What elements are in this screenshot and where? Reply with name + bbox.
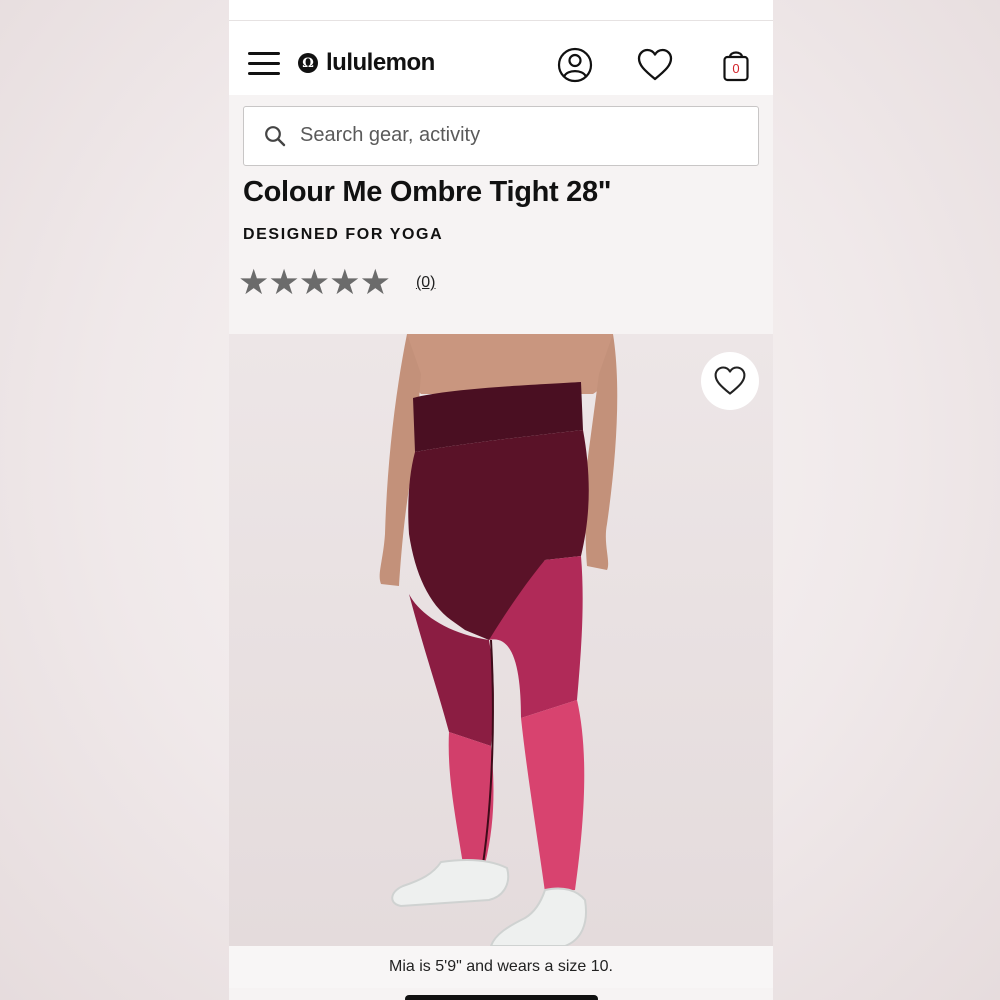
brand-name: lululemon [326, 49, 435, 76]
model-size-caption: Mia is 5'9" and wears a size 10. [229, 946, 773, 988]
star-icon: ★ [359, 263, 391, 303]
product-image[interactable] [229, 334, 773, 946]
star-icon: ★ [329, 263, 361, 303]
shopping-bag-icon[interactable]: 0 [716, 45, 756, 85]
menu-icon[interactable] [248, 52, 280, 76]
brand-logo[interactable]: Ω lululemon [298, 49, 435, 77]
search-input[interactable] [300, 124, 740, 147]
star-icon: ★ [268, 263, 300, 303]
search-icon [265, 126, 286, 147]
product-rating[interactable]: ★ ★ ★ ★ ★ (0) [238, 265, 436, 301]
status-strip [229, 0, 773, 21]
home-indicator[interactable] [405, 995, 598, 1000]
product-title: Colour Me Ombre Tight 28" [243, 176, 612, 208]
model-wearing-tights-illustration [229, 334, 773, 946]
lululemon-logo-icon: Ω [298, 53, 318, 73]
star-icon: ★ [298, 263, 331, 303]
star-icon: ★ [238, 263, 270, 303]
add-to-wishlist-button[interactable] [701, 352, 759, 410]
review-count-link[interactable]: (0) [416, 274, 436, 292]
heart-icon [714, 366, 746, 395]
wishlist-heart-icon[interactable] [635, 45, 675, 85]
account-icon[interactable] [555, 45, 595, 85]
bag-count-badge: 0 [732, 61, 740, 76]
search-bar[interactable] [243, 106, 759, 166]
phone-screen: Ω lululemon 0 C [229, 0, 773, 1000]
site-header: Ω lululemon 0 [229, 21, 773, 95]
product-activity-label: DESIGNED FOR YOGA [243, 226, 444, 243]
